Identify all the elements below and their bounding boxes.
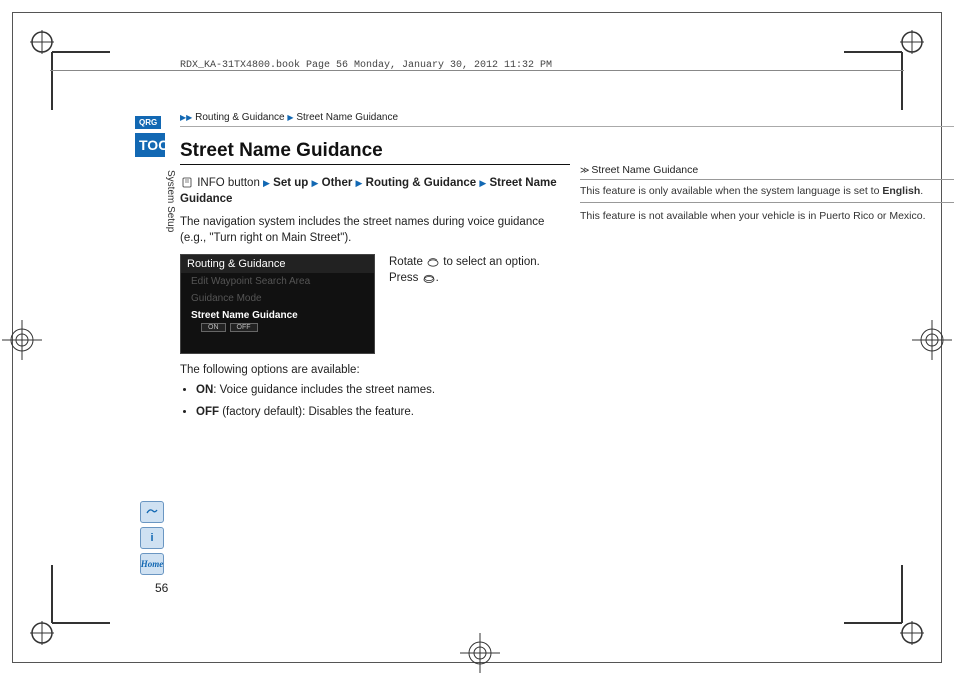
instruction-part: Rotate: [389, 256, 426, 268]
intro-text: The navigation system includes the stree…: [180, 215, 570, 246]
page-number: 56: [155, 581, 168, 595]
breadcrumb-item: Street Name Guidance: [296, 112, 398, 123]
following-text: The following options are available:: [180, 364, 570, 376]
path-item: Set up: [273, 177, 308, 189]
side-note-bold: English: [882, 185, 920, 197]
info-icon[interactable]: i: [140, 527, 164, 549]
triangle-icon: ▶: [186, 113, 192, 122]
info-button-icon: [180, 177, 194, 188]
rotate-dial-icon: [426, 257, 440, 268]
instruction-text: Rotate to select an option. Press .: [389, 254, 570, 354]
option-text: : Voice guidance includes the street nam…: [213, 384, 435, 396]
screenshot-menu-item-active: Street Name Guidance: [181, 307, 374, 324]
option-text: (factory default): Disables the feature.: [219, 406, 414, 418]
triangle-icon: ▶: [287, 113, 293, 122]
title-rule: [180, 164, 570, 165]
triangle-icon: ▶: [312, 178, 319, 188]
path-prefix: INFO button: [197, 177, 260, 189]
options-list: ON: Voice guidance includes the street n…: [180, 384, 570, 418]
triangle-icon: ▶: [356, 178, 363, 188]
header-rule: [50, 70, 904, 71]
crop-target-bottom: [460, 633, 500, 673]
side-note-text: .: [920, 185, 923, 197]
screenshot-header: Routing & Guidance: [181, 255, 374, 273]
side-note-text: This feature is only available when the …: [580, 185, 882, 197]
nav-system-screenshot: Routing & Guidance Edit Waypoint Search …: [180, 254, 375, 354]
screenshot-menu-item: Edit Waypoint Search Area: [181, 273, 374, 290]
option-label: OFF: [196, 406, 219, 418]
press-dial-icon: [422, 273, 436, 284]
list-item: ON: Voice guidance includes the street n…: [196, 384, 570, 396]
page-title: Street Name Guidance: [180, 140, 570, 162]
side-note-text: This feature is not available when your …: [580, 209, 954, 223]
crop-target-right: [912, 320, 952, 360]
side-note-box: This feature is only available when the …: [580, 179, 954, 203]
path-item: Other: [322, 177, 353, 189]
instruction-part: .: [436, 272, 439, 284]
navigation-path: INFO button ▶ Set up ▶ Other ▶ Routing &…: [180, 175, 570, 207]
home-icon[interactable]: Home: [140, 553, 164, 575]
section-label-vertical: System Setup: [165, 170, 176, 232]
qrg-badge[interactable]: QRG: [135, 116, 161, 129]
screenshot-onoff: ON OFF: [181, 324, 374, 331]
triangle-icon: ▶: [263, 178, 270, 188]
list-item: OFF (factory default): Disables the feat…: [196, 406, 570, 418]
off-label: OFF: [230, 323, 258, 332]
side-note-title: Street Name Guidance: [580, 164, 954, 176]
crop-target-left: [2, 320, 42, 360]
voice-icon[interactable]: [140, 501, 164, 523]
path-item: Routing & Guidance: [366, 177, 477, 189]
option-label: ON: [196, 384, 213, 396]
breadcrumb-rule: [180, 126, 954, 127]
on-label: ON: [201, 323, 226, 332]
toc-badge[interactable]: TOC: [135, 133, 165, 157]
screenshot-menu-item: Guidance Mode: [181, 290, 374, 307]
breadcrumb: ▶▶ Routing & Guidance ▶ Street Name Guid…: [180, 112, 398, 123]
triangle-icon: ▶: [479, 178, 486, 188]
breadcrumb-item: Routing & Guidance: [195, 112, 285, 123]
